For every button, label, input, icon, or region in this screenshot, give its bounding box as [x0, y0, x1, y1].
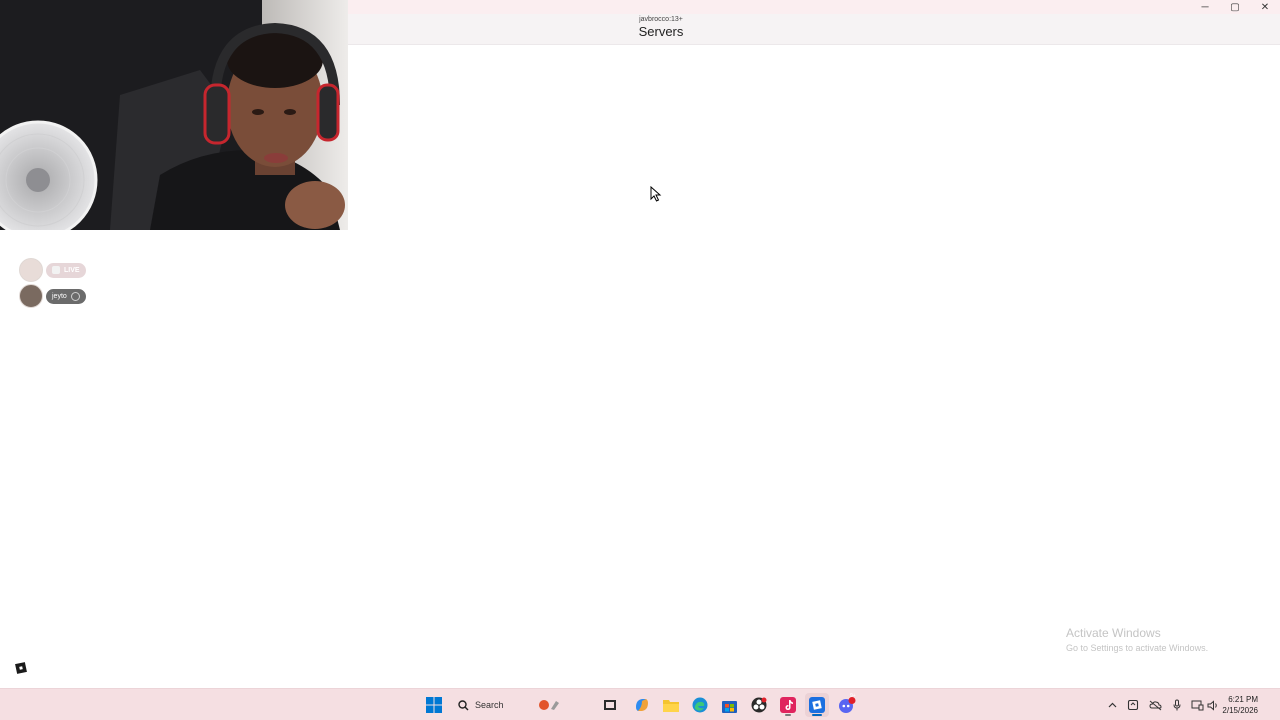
- search-highlight-icon: [538, 700, 559, 710]
- active-indicator: [812, 714, 822, 716]
- window-title-group: javbrocco:13+ Servers: [540, 16, 782, 40]
- windows-start-icon: [426, 697, 442, 713]
- edge-button[interactable]: [688, 693, 712, 717]
- volume-tray-button[interactable]: [1206, 698, 1220, 712]
- volume-icon: [1207, 699, 1217, 711]
- task-view-button[interactable]: [598, 693, 622, 717]
- participant-name: jeyto: [52, 292, 67, 300]
- store-icon: [721, 700, 737, 713]
- start-button[interactable]: [422, 693, 446, 717]
- show-hidden-icons-button[interactable]: [1105, 698, 1119, 712]
- onedrive-tray-button[interactable]: [1148, 698, 1162, 712]
- avatar: [19, 284, 43, 308]
- chevron-up-icon: [1108, 702, 1116, 708]
- cloud-off-icon: [1148, 700, 1162, 710]
- copilot-icon: [636, 699, 648, 711]
- status-icon: [70, 291, 80, 301]
- avatar: [19, 258, 43, 282]
- tiktok-button[interactable]: [776, 693, 800, 717]
- close-button[interactable]: ✕: [1250, 0, 1280, 14]
- edge-icon: [692, 697, 708, 713]
- roblox-studio-button[interactable]: [805, 693, 829, 717]
- folder-icon: [663, 700, 679, 712]
- clock-time: 6:21 PM: [1228, 695, 1258, 704]
- store-button[interactable]: [717, 693, 741, 717]
- activate-windows-watermark: Activate Windows Go to Settings to activ…: [1066, 626, 1208, 655]
- search-label: Search: [475, 700, 504, 710]
- copilot-button[interactable]: [630, 693, 654, 717]
- watermark-subtitle: Go to Settings to activate Windows.: [1066, 643, 1209, 653]
- participant-name-pill: jeyto: [46, 288, 86, 304]
- discord-icon: [839, 697, 856, 713]
- window-title: Servers: [638, 24, 684, 39]
- watermark-title: Activate Windows: [1066, 626, 1161, 640]
- network-tray-button[interactable]: [1190, 698, 1204, 712]
- roblox-icon[interactable]: [14, 661, 28, 675]
- tiktok-icon: [780, 697, 796, 713]
- camera-icon: [52, 266, 60, 274]
- window-subtitle: javbrocco:13+: [639, 16, 683, 23]
- maximize-button[interactable]: ▢: [1220, 0, 1250, 14]
- participant-jeyto[interactable]: jeyto: [19, 284, 86, 308]
- network-icon: [1191, 700, 1203, 710]
- taskbar-clock[interactable]: 6:21 PM 2/15/2026: [1222, 694, 1258, 716]
- clock-date: 2/15/2026: [1222, 706, 1258, 715]
- cursor-icon: [650, 186, 662, 202]
- obs-icon: [751, 697, 767, 713]
- screen: javbrocco:13+ Servers ─ ▢ ✕ LIVE jeyto A…: [0, 0, 1280, 720]
- taskbar-search[interactable]: Search: [450, 693, 592, 717]
- taskbar: Search 9+ 6:21 PM 2/15/2026: [0, 688, 1280, 720]
- discord-button[interactable]: 9+: [835, 693, 859, 717]
- microphone-icon: [1173, 699, 1181, 711]
- participant-live[interactable]: LIVE: [19, 258, 86, 282]
- discord-badge: 9+: [850, 693, 856, 699]
- task-view-icon: [604, 700, 616, 710]
- running-indicator: [785, 714, 791, 716]
- obs-button[interactable]: [747, 693, 771, 717]
- minimize-button[interactable]: ─: [1190, 0, 1220, 14]
- webcam-overlay: [0, 0, 348, 230]
- window-controls: ─ ▢ ✕: [1190, 0, 1280, 14]
- live-badge: LIVE: [46, 262, 86, 278]
- sync-tray-button[interactable]: [1126, 698, 1140, 712]
- live-badge-label: LIVE: [64, 266, 80, 274]
- roblox-studio-icon: [809, 697, 825, 713]
- search-icon: [458, 699, 469, 710]
- microphone-tray-button[interactable]: [1170, 698, 1184, 712]
- file-explorer-button[interactable]: [659, 693, 683, 717]
- sync-icon: [1127, 699, 1139, 711]
- webcam-image: [0, 0, 348, 230]
